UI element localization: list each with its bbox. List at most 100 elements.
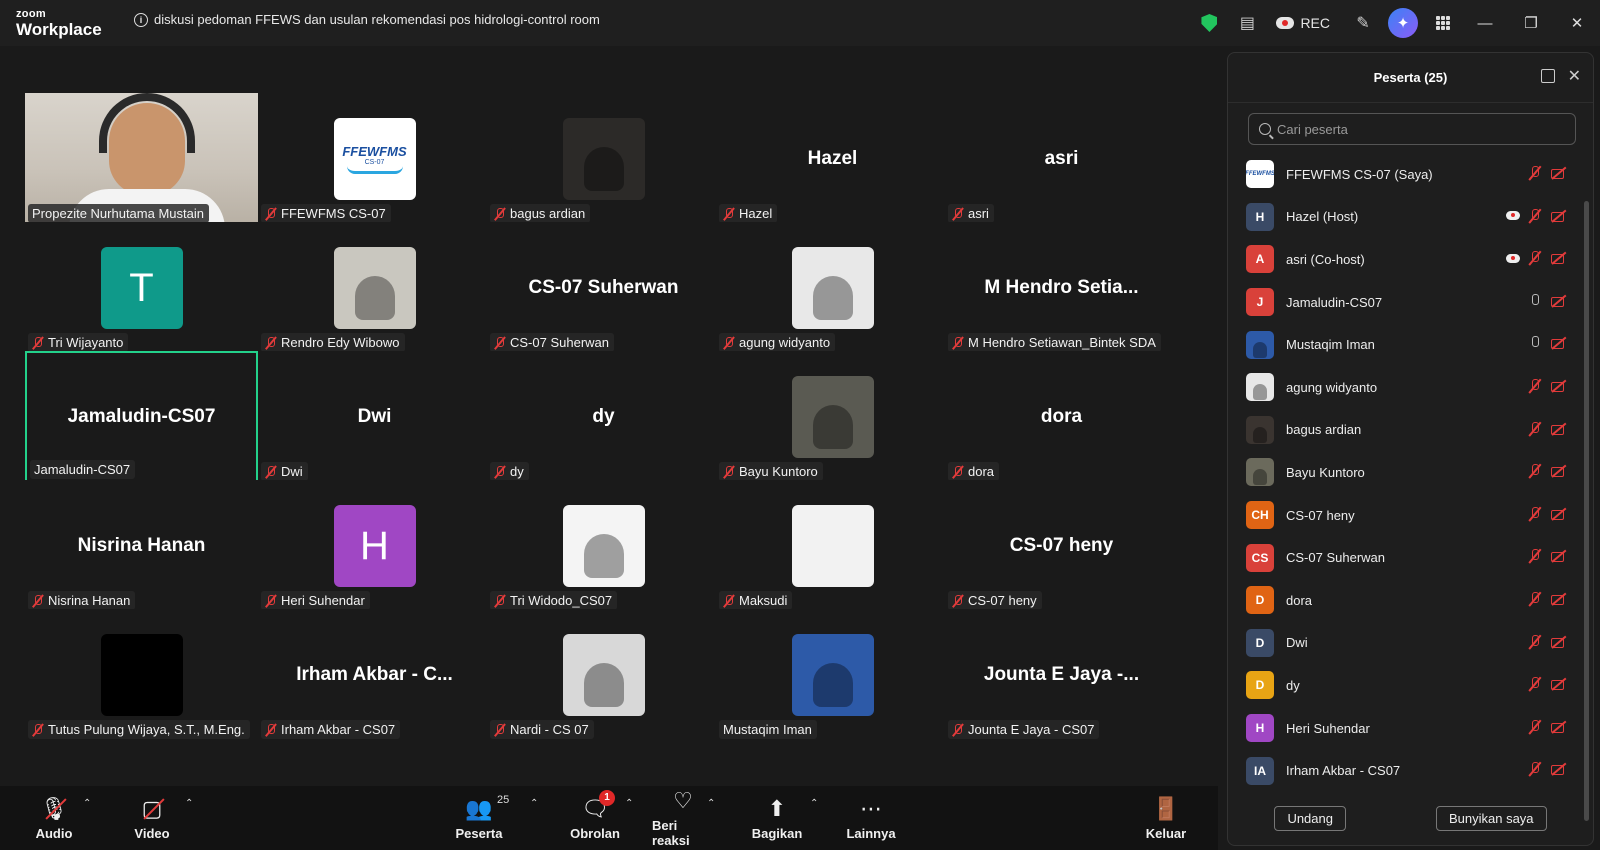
video-tile[interactable]: Bayu Kuntoro — [716, 351, 949, 483]
video-tile[interactable]: FFEWFMS CS-07 FFEWFMS CS-07 — [258, 93, 491, 225]
participant-row[interactable]: Aasri (Co-host) — [1228, 238, 1580, 281]
participant-display-name: M Hendro Setia... — [984, 277, 1139, 298]
microphone-muted-icon — [494, 465, 506, 479]
reactions-label: Beri reaksi — [652, 818, 690, 848]
video-tile[interactable]: T Tri Wijayanto — [25, 222, 258, 354]
participant-row[interactable]: CS CS-07 Suherwan — [1228, 536, 1580, 579]
invite-button[interactable]: Undang — [1274, 805, 1346, 831]
participant-status-icons — [1506, 208, 1568, 224]
participant-status-icons — [1528, 463, 1568, 479]
participant-search[interactable] — [1248, 113, 1576, 145]
participant-row[interactable]: CH CS-07 heny — [1228, 494, 1580, 537]
video-options-chevron-icon[interactable]: ⌃ — [185, 798, 193, 809]
camera-off-icon — [1550, 507, 1568, 521]
participant-row[interactable]: D Dwi — [1228, 622, 1580, 665]
video-tile[interactable]: Maksudi — [716, 480, 949, 612]
logo-text: FFEWFMS — [342, 144, 407, 159]
video-tile[interactable]: Nisrina Hanan Nisrina Hanan — [25, 480, 258, 612]
audio-options-chevron-icon[interactable]: ⌃ — [83, 798, 91, 809]
microphone-muted-icon — [1528, 378, 1542, 394]
close-panel-icon[interactable]: ✕ — [1568, 66, 1581, 86]
video-tile[interactable]: dora dora — [945, 351, 1178, 483]
cloud-record-icon — [1276, 17, 1295, 29]
more-button[interactable]: ⋯ Lainnya — [846, 786, 896, 850]
encryption-shield-icon[interactable] — [1190, 0, 1228, 46]
meeting-title: diskusi pedoman FFEWS dan usulan rekomen… — [154, 12, 600, 27]
video-tile[interactable]: M Hendro Setia... M Hendro Setiawan_Binte… — [945, 222, 1178, 354]
video-tile[interactable]: Hazel Hazel — [716, 93, 949, 225]
video-tile[interactable]: Irham Akbar - C... Irham Akbar - CS07 — [258, 609, 491, 741]
video-tile[interactable]: asri asri — [945, 93, 1178, 225]
video-tile[interactable]: CS-07 heny CS-07 heny — [945, 480, 1178, 612]
restore-button[interactable]: ❐ — [1508, 0, 1554, 46]
recording-indicator[interactable]: REC — [1276, 15, 1330, 31]
participant-avatar — [100, 634, 183, 716]
participant-row[interactable]: bagus ardian — [1228, 409, 1580, 452]
video-tile[interactable]: Rendro Edy Wibowo — [258, 222, 491, 354]
participant-row[interactable]: H Hazel (Host) — [1228, 196, 1580, 239]
reactions-chevron-icon[interactable]: ⌃ — [707, 798, 715, 809]
video-tile[interactable]: Propezite Nurhutama Mustain — [25, 93, 258, 229]
ai-companion-icon[interactable]: ✦ — [1388, 8, 1418, 38]
participant-row[interactable]: J Jamaludin-CS07 — [1228, 281, 1580, 324]
video-tile[interactable]: H Heri Suhendar — [258, 480, 491, 612]
cloud-record-icon — [1506, 211, 1520, 221]
video-button[interactable]: ▢ Video — [132, 786, 172, 850]
profile-photo — [121, 663, 162, 707]
participant-row[interactable]: IA Irham Akbar - CS07 — [1228, 749, 1580, 792]
video-tile[interactable]: Tutus Pulung Wijaya, S.T., M.Eng. — [25, 609, 258, 741]
notes-icon[interactable]: ▤ — [1228, 0, 1266, 46]
pencil-icon[interactable]: ✎ — [1344, 0, 1382, 46]
participant-avatar — [562, 118, 645, 200]
participants-panel: Peserta (25) ✕ FFEWFMS FFEWFMS CS-07 (Say… — [1227, 52, 1594, 846]
close-window-button[interactable]: ✕ — [1554, 0, 1600, 46]
more-label: Lainnya — [846, 825, 896, 841]
participant-list-scrollbar[interactable] — [1584, 201, 1589, 821]
minimize-button[interactable]: — — [1462, 0, 1508, 46]
camera-off-icon: ▢ — [138, 796, 166, 822]
audio-button[interactable]: 🎙 Audio — [36, 786, 73, 850]
info-icon[interactable]: i — [134, 12, 148, 27]
microphone-muted-icon — [32, 723, 44, 737]
video-tile[interactable]: agung widyanto — [716, 222, 949, 354]
participant-row[interactable]: Bayu Kuntoro — [1228, 451, 1580, 494]
participant-display-name: Hazel — [807, 148, 858, 169]
video-tile[interactable]: bagus ardian — [487, 93, 720, 225]
participant-row[interactable]: Ddy — [1228, 664, 1580, 707]
leave-button[interactable]: 🚪 Keluar — [1146, 786, 1186, 850]
video-tile[interactable]: Dwi Dwi — [258, 351, 491, 483]
profile-photo — [812, 276, 853, 320]
participant-row[interactable]: agung widyanto — [1228, 366, 1580, 409]
chat-chevron-icon[interactable]: ⌃ — [625, 798, 633, 809]
participant-avatar: FFEWFMS CS-07 — [333, 118, 416, 200]
microphone-muted-icon — [723, 465, 735, 479]
meeting-info[interactable]: i diskusi pedoman FFEWS dan usulan rekom… — [134, 12, 600, 27]
unmute-me-button[interactable]: Bunyikan saya — [1435, 805, 1547, 831]
share-button[interactable]: ⬆ Bagikan — [752, 786, 803, 850]
participant-name: CS-07 heny — [1286, 507, 1355, 523]
video-tile[interactable]: dy dy — [487, 351, 720, 483]
share-chevron-icon[interactable]: ⌃ — [810, 798, 818, 809]
video-tile[interactable]: Jounta E Jaya -... Jounta E Jaya - CS07 — [945, 609, 1178, 741]
participant-row[interactable]: Mustaqim Iman — [1228, 323, 1580, 366]
participant-row[interactable]: Ddora — [1228, 579, 1580, 622]
microphone-muted-icon — [1528, 421, 1542, 437]
chat-button[interactable]: 🗨 1 Obrolan — [570, 786, 620, 850]
participant-row[interactable]: H Heri Suhendar — [1228, 707, 1580, 750]
participant-status-icons — [1528, 293, 1568, 309]
video-tile[interactable]: CS-07 Suherwan CS-07 Suherwan — [487, 222, 720, 354]
reactions-button[interactable]: ♡ Beri reaksi — [652, 786, 714, 850]
participant-name-label: asri — [948, 204, 994, 223]
camera-off-icon — [1550, 762, 1568, 776]
apps-grid-icon[interactable] — [1424, 0, 1462, 46]
video-tile[interactable]: Tri Widodo_CS07 — [487, 480, 720, 612]
pop-out-icon[interactable] — [1541, 69, 1555, 83]
participants-chevron-icon[interactable]: ⌃ — [530, 798, 538, 809]
participants-button[interactable]: 👥 25 Peserta — [456, 786, 510, 850]
video-tile[interactable]: Jamaludin-CS07 Jamaludin-CS07 — [25, 351, 258, 483]
video-tile[interactable]: Mustaqim Iman — [716, 609, 949, 741]
video-tile[interactable]: Nardi - CS 07 — [487, 609, 720, 741]
participant-name-label: Mustaqim Iman — [719, 720, 817, 739]
participant-row[interactable]: FFEWFMS FFEWFMS CS-07 (Saya) — [1228, 153, 1580, 196]
search-input[interactable] — [1277, 121, 1557, 137]
